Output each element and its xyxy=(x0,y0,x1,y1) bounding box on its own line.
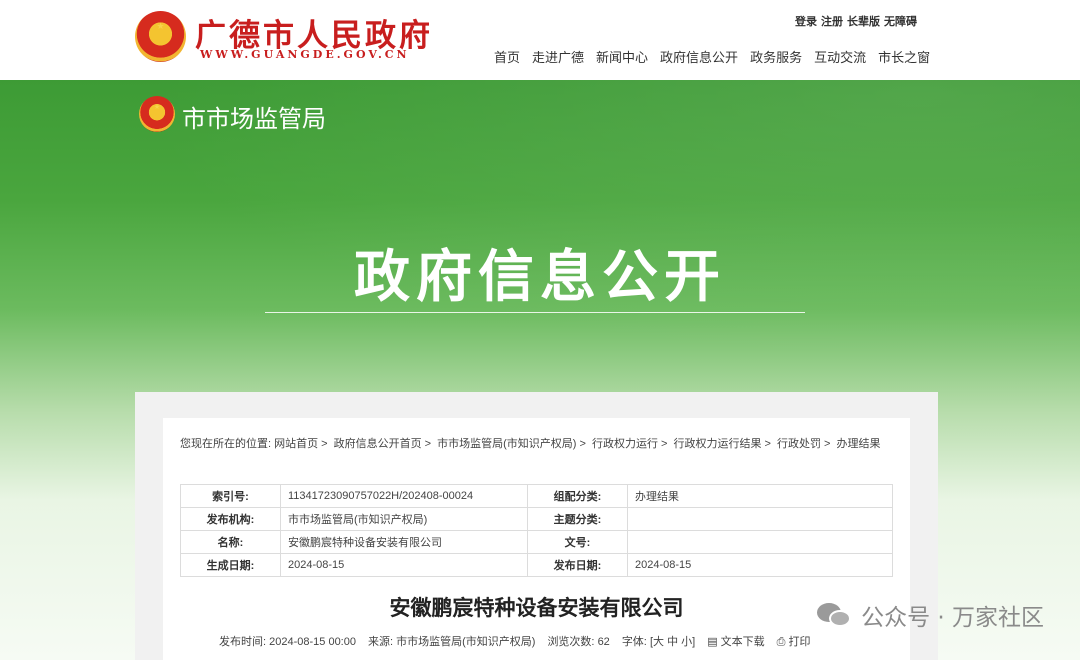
category-label: 组配分类: xyxy=(527,484,628,508)
nav-item-interaction[interactable]: 互动交流 xyxy=(814,47,866,66)
banner-divider xyxy=(265,312,805,313)
source-label: 来源: xyxy=(367,636,394,648)
nav-item-services[interactable]: 政务服务 xyxy=(750,47,802,66)
breadcrumb-separator: > xyxy=(823,438,831,450)
article-meta-bar: 发布时间: 2024-08-15 00:00 来源: 市市场监管局(市知识产权局… xyxy=(219,633,811,649)
index-value: 11341723090757022H/202408-00024 xyxy=(280,484,528,508)
font-large-button[interactable]: 大 xyxy=(653,636,664,648)
nav-item-about[interactable]: 走进广德 xyxy=(532,47,584,66)
print-button[interactable]: ⎙ 打印 xyxy=(777,633,811,649)
breadcrumb-item-results[interactable]: 办理结果 xyxy=(836,438,880,450)
font-size-label: 字体: xyxy=(621,636,647,648)
article-title: 安徽鹏宸特种设备安装有限公司 xyxy=(389,596,684,620)
breadcrumb-item-home[interactable]: 网站首页 xyxy=(274,438,318,450)
publish-date-label: 发布日期: xyxy=(527,553,628,577)
publish-date-value: 2024-08-15 xyxy=(627,553,893,577)
elder-version-link[interactable]: 长辈版 xyxy=(847,13,880,29)
login-link[interactable]: 登录 xyxy=(795,13,817,29)
bracket-close: ] xyxy=(692,636,696,648)
nav-item-info-disclosure[interactable]: 政府信息公开 xyxy=(660,47,738,66)
document-icon: ▤ xyxy=(707,636,718,648)
breadcrumb: 您现在所在的位置: 网站首页 > 政府信息公开首页 > 市市场监管局(市知识产权局)… xyxy=(180,436,892,452)
table-row: 发布机构: 市市场监管局(市知识产权局) 主题分类: xyxy=(180,507,893,531)
index-label: 索引号: xyxy=(180,484,281,508)
department-emblem-icon: ★ xyxy=(139,96,175,132)
breadcrumb-separator: > xyxy=(424,438,432,450)
nav-item-mayor[interactable]: 市长之窗 xyxy=(878,47,930,66)
publish-time: 发布时间: 2024-08-15 00:00 xyxy=(219,633,356,649)
view-count-value: 62 xyxy=(597,636,610,648)
topic-label: 主题分类: xyxy=(527,507,628,531)
national-emblem-icon: ★ xyxy=(135,11,186,62)
site-domain: WWW.GUANGDE.GOV.CN xyxy=(200,48,410,61)
view-count: 浏览次数: 62 xyxy=(547,633,609,649)
source-value: 市市场监管局(市知识产权局) xyxy=(396,636,536,648)
created-date-label: 生成日期: xyxy=(180,553,281,577)
nav-item-news[interactable]: 新闻中心 xyxy=(596,47,648,66)
table-row: 生成日期: 2024-08-15 发布日期: 2024-08-15 xyxy=(180,553,893,577)
nav-item-home[interactable]: 首页 xyxy=(494,47,520,66)
topic-value xyxy=(627,507,893,531)
table-row: 名称: 安徽鹏宸特种设备安装有限公司 文号: xyxy=(180,530,893,554)
breadcrumb-item-disclosure[interactable]: 政府信息公开首页 xyxy=(334,438,422,450)
accessibility-link[interactable]: 无障碍 xyxy=(884,13,917,29)
document-metadata-table: 索引号: 11341723090757022H/202408-00024 组配分… xyxy=(180,484,893,577)
breadcrumb-item-penalty[interactable]: 行政处罚 xyxy=(777,438,821,450)
doc-number-label: 文号: xyxy=(527,530,628,554)
created-date-value: 2024-08-15 xyxy=(280,553,528,577)
breadcrumb-separator: > xyxy=(579,438,586,450)
breadcrumb-item-power[interactable]: 行政权力运行 xyxy=(592,438,658,450)
main-nav: 首页 走进广德 新闻中心 政府信息公开 政务服务 互动交流 市长之窗 xyxy=(494,47,930,66)
watermark: 公众号 · 万家社区 xyxy=(817,598,1044,632)
breadcrumb-separator: > xyxy=(660,438,668,450)
name-value: 安徽鹏宸特种设备安装有限公司 xyxy=(280,530,528,554)
breadcrumb-separator: > xyxy=(764,438,771,450)
doc-number-value xyxy=(627,530,893,554)
utility-links: 登录 注册 长辈版 无障碍 xyxy=(795,13,917,29)
download-label: 文本下载 xyxy=(720,636,765,648)
source: 来源: 市市场监管局(市知识产权局) xyxy=(368,633,535,649)
category-value: 办理结果 xyxy=(627,484,893,508)
name-label: 名称: xyxy=(180,530,281,554)
department-title: 市市场监管局 xyxy=(182,105,326,133)
font-small-button[interactable]: 小 xyxy=(681,636,692,648)
download-button[interactable]: ▤ 文本下载 xyxy=(707,633,764,649)
publish-time-label: 发布时间: xyxy=(219,636,267,648)
printer-icon: ⎙ xyxy=(776,636,786,648)
publisher-value: 市市场监管局(市知识产权局) xyxy=(280,507,528,531)
breadcrumb-separator: > xyxy=(321,438,328,450)
breadcrumb-item-department[interactable]: 市市场监管局(市知识产权局) xyxy=(437,438,576,450)
publisher-label: 发布机构: xyxy=(180,507,281,531)
publish-time-value: 2024-08-15 00:00 xyxy=(269,636,356,648)
site-header: ★ 广德市人民政府 WWW.GUANGDE.GOV.CN 登录 注册 长辈版 无… xyxy=(0,0,1080,80)
watermark-text: 公众号 · 万家社区 xyxy=(861,605,1044,631)
breadcrumb-prefix: 您现在所在的位置: xyxy=(180,438,272,450)
register-link[interactable]: 注册 xyxy=(821,13,843,29)
table-row: 索引号: 11341723090757022H/202408-00024 组配分… xyxy=(180,484,893,508)
breadcrumb-item-power-results[interactable]: 行政权力运行结果 xyxy=(673,438,761,450)
print-label: 打印 xyxy=(788,636,811,648)
banner-title: 政府信息公开 xyxy=(354,245,726,310)
font-size-control: 字体: [大 中 小] xyxy=(622,633,695,649)
view-count-label: 浏览次数: xyxy=(547,636,595,648)
wechat-icon xyxy=(817,601,853,629)
font-medium-button[interactable]: 中 xyxy=(667,636,678,648)
